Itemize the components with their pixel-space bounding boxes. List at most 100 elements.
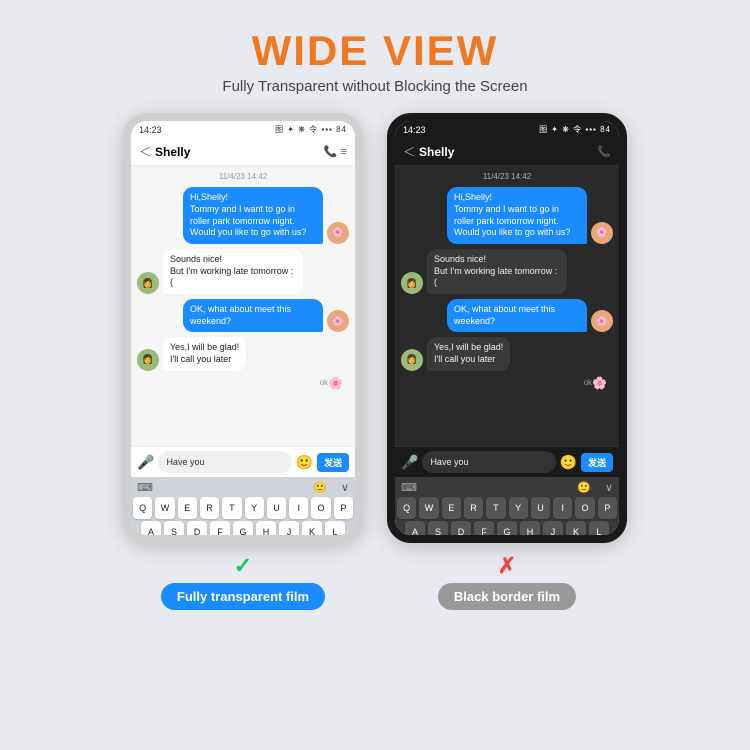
cross-mark-icon: ✗ [498, 553, 516, 579]
key-p[interactable]: P [334, 497, 353, 519]
left-msg-recv-1: 👩 Sounds nice!But I'm working late tomor… [137, 249, 349, 294]
right-kb-row-1: Q W E R T Y U I O P [397, 497, 617, 519]
rkey-r[interactable]: R [464, 497, 483, 519]
left-bubble-sent-2: OK, what about meet this weekend? [183, 299, 323, 332]
right-ok-text: ok [584, 378, 592, 387]
rkey-e[interactable]: E [442, 497, 461, 519]
right-kb-row-2: A S D F G H J K L [397, 521, 617, 543]
key-h[interactable]: H [256, 521, 276, 543]
rkey-q[interactable]: Q [397, 497, 416, 519]
page-header: WIDE VIEW Fully Transparent without Bloc… [222, 28, 527, 95]
left-ok-text: ok [320, 378, 328, 387]
left-emoji-icon[interactable]: 🙂 [296, 454, 313, 471]
left-text-input[interactable]: Have you [158, 451, 291, 473]
key-l[interactable]: L [325, 521, 345, 543]
right-send-button[interactable]: 发送 [581, 453, 613, 472]
key-f[interactable]: F [210, 521, 230, 543]
key-j[interactable]: J [279, 521, 299, 543]
rkey-j[interactable]: J [543, 521, 563, 543]
left-send-button[interactable]: 发送 [317, 453, 349, 472]
right-date-label: 11/4/23 14:42 [401, 172, 613, 181]
right-bubble-recv-2: Yes,I will be glad!I'll call you later [427, 337, 510, 370]
left-kb-top-icons: ⌨ 🙂 ∨ [133, 480, 353, 495]
left-msg-sent-2: OK, what about meet this weekend? 🌸 [137, 299, 349, 332]
left-phone-wrapper: 14:23 图 ✦ ❋ 令 ▪▪▪ 84 ＜ Shelly 📞 ≡ 11/4/2… [123, 113, 363, 610]
right-emoji-icon[interactable]: 🙂 [560, 454, 577, 471]
rkey-y[interactable]: Y [509, 497, 528, 519]
key-o[interactable]: O [311, 497, 330, 519]
right-chat-body: 11/4/23 14:42 Hi,Shelly!Tommy and I want… [395, 166, 619, 446]
right-status-time: 14:23 [403, 125, 426, 135]
right-msg-recv-2: 👩 Yes,I will be glad!I'll call you later [401, 337, 613, 370]
right-ok-line: ok 🌸 [401, 376, 613, 390]
rkey-u[interactable]: U [531, 497, 550, 519]
left-ok-line: ok 🌸 [137, 376, 349, 390]
right-avatar-recv-2: 👩 [401, 349, 423, 371]
left-status-icons: 图 ✦ ❋ 令 ▪▪▪ 84 [275, 124, 347, 135]
right-avatar-recv-1: 👩 [401, 272, 423, 294]
left-date-label: 11/4/23 14:42 [137, 172, 349, 181]
right-back-arrow[interactable]: ＜ [403, 143, 415, 160]
left-phone: 14:23 图 ✦ ❋ 令 ▪▪▪ 84 ＜ Shelly 📞 ≡ 11/4/2… [123, 113, 363, 543]
right-bubble-sent-1: Hi,Shelly!Tommy and I want to go in roll… [447, 187, 587, 244]
key-s[interactable]: S [164, 521, 184, 543]
right-text-input[interactable]: Have you [422, 451, 555, 473]
page-title: WIDE VIEW [222, 28, 527, 74]
right-avatar-sent-2: 🌸 [591, 310, 613, 332]
left-kb-row-1: Q W E R T Y U I O P [133, 497, 353, 519]
rkey-a[interactable]: A [405, 521, 425, 543]
key-y[interactable]: Y [245, 497, 264, 519]
right-header-icons: 📞 [597, 145, 611, 158]
left-kb-row-2: A S D F G H J K L [133, 521, 353, 543]
left-msg-recv-2: 👩 Yes,I will be glad!I'll call you later [137, 337, 349, 370]
rkey-g[interactable]: G [497, 521, 517, 543]
left-header-icons: 📞 ≡ [324, 145, 347, 158]
right-phone: 14:23 图 ✦ ❋ 令 ▪▪▪ 84 ＜ Shelly 📞 11/4/23 … [387, 113, 627, 543]
rkey-o[interactable]: O [575, 497, 594, 519]
right-msg-sent-2: OK, what about meet this weekend? 🌸 [401, 299, 613, 332]
right-mic-icon[interactable]: 🎤 [401, 454, 418, 471]
rkey-s[interactable]: S [428, 521, 448, 543]
left-avatar-sent-2: 🌸 [327, 310, 349, 332]
right-status-icons: 图 ✦ ❋ 令 ▪▪▪ 84 [539, 124, 611, 135]
right-msg-sent-1: Hi,Shelly!Tommy and I want to go in roll… [401, 187, 613, 244]
rkey-t[interactable]: T [486, 497, 505, 519]
left-avatar-sent-1: 🌸 [327, 222, 349, 244]
phones-container: 14:23 图 ✦ ❋ 令 ▪▪▪ 84 ＜ Shelly 📞 ≡ 11/4/2… [123, 113, 627, 610]
left-bubble-recv-2: Yes,I will be glad!I'll call you later [163, 337, 246, 370]
key-d[interactable]: D [187, 521, 207, 543]
key-t[interactable]: T [222, 497, 241, 519]
rkey-i[interactable]: I [553, 497, 572, 519]
left-bubble-sent-1: Hi,Shelly!Tommy and I want to go in roll… [183, 187, 323, 244]
right-bubble-sent-2: OK, what about meet this weekend? [447, 299, 587, 332]
right-phone-label: Black border film [438, 583, 576, 610]
right-keyboard: ⌨ 🙂 ∨ Q W E R T Y U I O P [395, 477, 619, 543]
rkey-l[interactable]: L [589, 521, 609, 543]
rkey-w[interactable]: W [419, 497, 438, 519]
left-avatar-recv-2: 👩 [137, 349, 159, 371]
key-i[interactable]: I [289, 497, 308, 519]
key-k[interactable]: K [302, 521, 322, 543]
key-u[interactable]: U [267, 497, 286, 519]
key-a[interactable]: A [141, 521, 161, 543]
right-phone-wrapper: 14:23 图 ✦ ❋ 令 ▪▪▪ 84 ＜ Shelly 📞 11/4/23 … [387, 113, 627, 610]
rkey-d[interactable]: D [451, 521, 471, 543]
left-back-arrow[interactable]: ＜ [139, 143, 151, 160]
key-g[interactable]: G [233, 521, 253, 543]
rkey-f[interactable]: F [474, 521, 494, 543]
left-chat-header: ＜ Shelly 📞 ≡ [131, 138, 355, 166]
rkey-k[interactable]: K [566, 521, 586, 543]
left-mic-icon[interactable]: 🎤 [137, 454, 154, 471]
key-q[interactable]: Q [133, 497, 152, 519]
left-bubble-recv-1: Sounds nice!But I'm working late tomorro… [163, 249, 303, 294]
key-e[interactable]: E [178, 497, 197, 519]
left-avatar-recv-1: 👩 [137, 272, 159, 294]
rkey-h[interactable]: H [520, 521, 540, 543]
right-input-area: 🎤 Have you 🙂 发送 [395, 446, 619, 477]
key-w[interactable]: W [155, 497, 174, 519]
left-label-row: ✓ Fully transparent film [161, 553, 325, 610]
rkey-p[interactable]: P [598, 497, 617, 519]
left-keyboard: ⌨ 🙂 ∨ Q W E R T Y U I O P [131, 477, 355, 543]
left-input-area: 🎤 Have you 🙂 发送 [131, 446, 355, 477]
key-r[interactable]: R [200, 497, 219, 519]
